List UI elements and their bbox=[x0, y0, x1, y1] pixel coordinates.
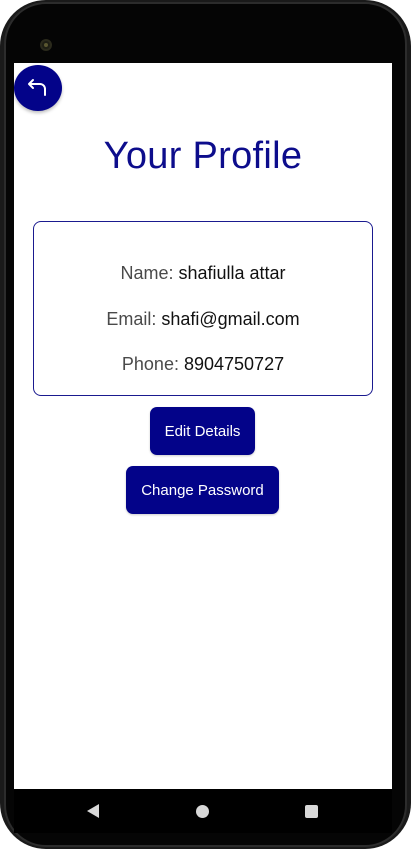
change-password-button[interactable]: Change Password bbox=[126, 466, 279, 514]
profile-phone-row: Phone: 8904750727 bbox=[34, 354, 372, 375]
camera-icon bbox=[40, 39, 52, 51]
phone-value: 8904750727 bbox=[183, 354, 285, 374]
name-value: shafiulla attar bbox=[178, 263, 286, 283]
circle-home-icon[interactable] bbox=[196, 805, 209, 818]
phone-frame: Your Profile Name: shafiulla attar Email… bbox=[0, 0, 411, 849]
page-title: Your Profile bbox=[103, 135, 303, 177]
square-recents-icon[interactable] bbox=[305, 805, 318, 818]
email-label: Email: bbox=[106, 309, 157, 329]
triangle-back-icon[interactable] bbox=[86, 803, 100, 819]
email-value: shafi@gmail.com bbox=[161, 309, 300, 329]
profile-name-row: Name: shafiulla attar bbox=[34, 263, 372, 284]
app-screen: Your Profile Name: shafiulla attar Email… bbox=[14, 63, 392, 789]
phone-label: Phone: bbox=[121, 354, 179, 374]
back-button[interactable] bbox=[14, 65, 62, 111]
edit-details-button[interactable]: Edit Details bbox=[150, 407, 255, 455]
system-nav-bar bbox=[14, 789, 392, 833]
profile-card: Name: shafiulla attar Email: shafi@gmail… bbox=[33, 221, 373, 396]
back-arrow-icon bbox=[28, 79, 46, 96]
profile-email-row: Email: shafi@gmail.com bbox=[34, 309, 372, 330]
name-label: Name: bbox=[120, 263, 174, 283]
